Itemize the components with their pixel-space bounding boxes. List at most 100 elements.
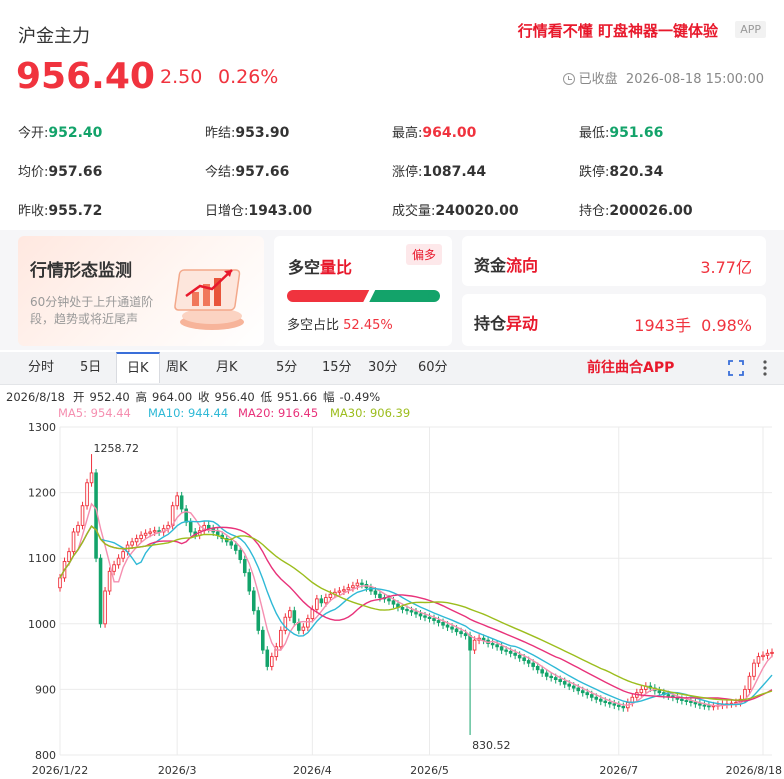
candle-body	[657, 690, 662, 694]
candle-body	[621, 706, 626, 709]
x-tick-label: 2026/1/22	[32, 764, 88, 777]
candle-body	[76, 524, 80, 533]
candle-body	[594, 696, 599, 700]
open-app-link[interactable]: 前往曲合APP	[587, 352, 674, 384]
candle-body	[342, 589, 346, 592]
stat-value: 952.40	[48, 125, 103, 141]
candle-body	[360, 582, 364, 585]
candle-body	[562, 681, 567, 685]
x-tick-label: 2026/5	[410, 764, 449, 777]
tab-5[interactable]: 5分	[276, 352, 297, 384]
app-tag: APP	[735, 21, 766, 38]
position-change-card[interactable]: 持仓异动 1943手 0.98%	[462, 294, 766, 346]
feature-cards: 行情形态监测 60分钟处于上升通道阶段，趋势或将近尾声 多空量比 偏多 多空占比…	[0, 230, 784, 350]
stat-cell: 昨收:955.72	[18, 200, 205, 219]
tab-6[interactable]: 15分	[322, 352, 352, 384]
tab-8[interactable]: 60分	[418, 352, 448, 384]
candle-body	[418, 613, 423, 617]
stat-value: 1943.00	[248, 203, 313, 219]
tab-1[interactable]: 5日	[80, 352, 101, 384]
stat-cell: 跌停:820.34	[579, 161, 766, 180]
long-ratio-label: 多空占比	[287, 318, 340, 333]
candle-body	[405, 608, 409, 612]
stat-value: 951.66	[609, 125, 664, 141]
candle-body	[233, 544, 238, 551]
market-status: 已收盘 2026-08-18 15:00:00	[562, 68, 764, 87]
candle-body	[292, 610, 297, 623]
candle-body	[702, 704, 707, 707]
candle-body	[378, 593, 382, 599]
candle-body	[260, 629, 265, 651]
info-high: 964.00	[152, 390, 192, 404]
candle-body	[85, 482, 89, 507]
tab-7[interactable]: 30分	[368, 352, 398, 384]
stat-cell: 持仓:200026.00	[579, 200, 766, 219]
candle-body	[459, 631, 463, 635]
x-tick-label: 2026/7	[599, 764, 638, 777]
position-change-pct: 0.98%	[701, 316, 752, 335]
stat-cell: 涨停:1087.44	[392, 161, 579, 180]
short-cap	[428, 290, 440, 302]
extreme-annotation: 830.52	[472, 739, 511, 752]
tab-2[interactable]: 日K	[116, 352, 160, 383]
candle-body	[450, 626, 454, 630]
stat-value: 955.72	[48, 203, 103, 219]
ma-legend-ma10: MA10: 944.44	[148, 406, 228, 420]
y-tick-label: 800	[35, 749, 56, 762]
candle-body	[607, 702, 612, 705]
info-amp_label: 幅	[323, 390, 335, 404]
stats-row: 均价:957.66 今结:957.66 涨停:1087.44 跌停:820.34	[18, 151, 778, 190]
ma-legend-ma20: MA20: 916.45	[238, 406, 318, 420]
stat-value: 964.00	[422, 125, 477, 141]
capital-flow-card[interactable]: 资金流向 3.77亿	[462, 236, 766, 286]
candle-body	[585, 692, 590, 696]
candle-body	[544, 672, 549, 677]
promo-banner-link[interactable]: 行情看不懂 盯盘神器一键体验	[518, 20, 718, 41]
candle-body	[571, 685, 576, 689]
candle-body	[567, 683, 572, 687]
instrument-title: 沪金主力	[18, 26, 90, 47]
candle-body	[689, 700, 693, 703]
candle-body	[752, 662, 756, 677]
stat-cell: 最高:964.00	[392, 122, 579, 141]
candle-body	[756, 656, 761, 664]
candle-body	[454, 628, 459, 633]
short-segment	[369, 290, 434, 302]
candle-body	[179, 495, 184, 510]
fullscreen-icon[interactable]	[728, 360, 744, 376]
stat-cell: 日增仓:1943.00	[205, 200, 392, 219]
stat-label: 日增仓:	[205, 204, 249, 219]
long-segment	[293, 290, 370, 302]
tab-0[interactable]: 分时	[28, 352, 54, 384]
capital-flow-value: 3.77亿	[700, 258, 752, 277]
y-tick-label: 1100	[28, 552, 56, 565]
long-short-card[interactable]: 多空量比 偏多 多空占比 52.45%	[274, 236, 452, 346]
position-card-title: 持仓异动	[474, 310, 538, 334]
tab-4[interactable]: 月K	[216, 352, 238, 384]
candle-body	[680, 698, 684, 702]
trend-monitor-card[interactable]: 行情形态监测 60分钟处于上升通道阶段，趋势或将近尾声	[18, 236, 264, 346]
candle-body	[139, 534, 143, 539]
stat-cell: 成交量:240020.00	[392, 200, 579, 219]
candle-body	[103, 590, 107, 625]
period-tabs: 前往曲合APP 分时 5日 日K 周K 月K 5分 15分 30分 60分	[0, 352, 784, 385]
candle-body	[535, 665, 540, 671]
candle-body	[549, 675, 553, 679]
candle-body	[432, 618, 436, 621]
candle-body	[89, 472, 94, 484]
daily-k-chart[interactable]: 2026/8/18 开 952.40 高 964.00 收 956.40 低 951.66 幅 -0…	[0, 385, 784, 779]
candle-body	[229, 541, 234, 546]
stat-label: 成交量:	[392, 204, 436, 219]
candle-body	[612, 703, 617, 706]
candle-body	[558, 679, 562, 682]
candle-body	[589, 694, 594, 698]
candle-body	[116, 557, 121, 566]
tab-3[interactable]: 周K	[166, 352, 188, 384]
candle-body	[387, 598, 391, 602]
stat-value: 820.34	[609, 164, 664, 180]
stats-grid: 今开:952.40 昨结:953.90 最高:964.00 最低:951.66 均价:9…	[18, 112, 778, 229]
stat-value: 957.66	[48, 164, 103, 180]
candle-body	[639, 688, 644, 694]
more-vertical-icon[interactable]	[762, 358, 768, 378]
candle-body	[499, 646, 504, 651]
